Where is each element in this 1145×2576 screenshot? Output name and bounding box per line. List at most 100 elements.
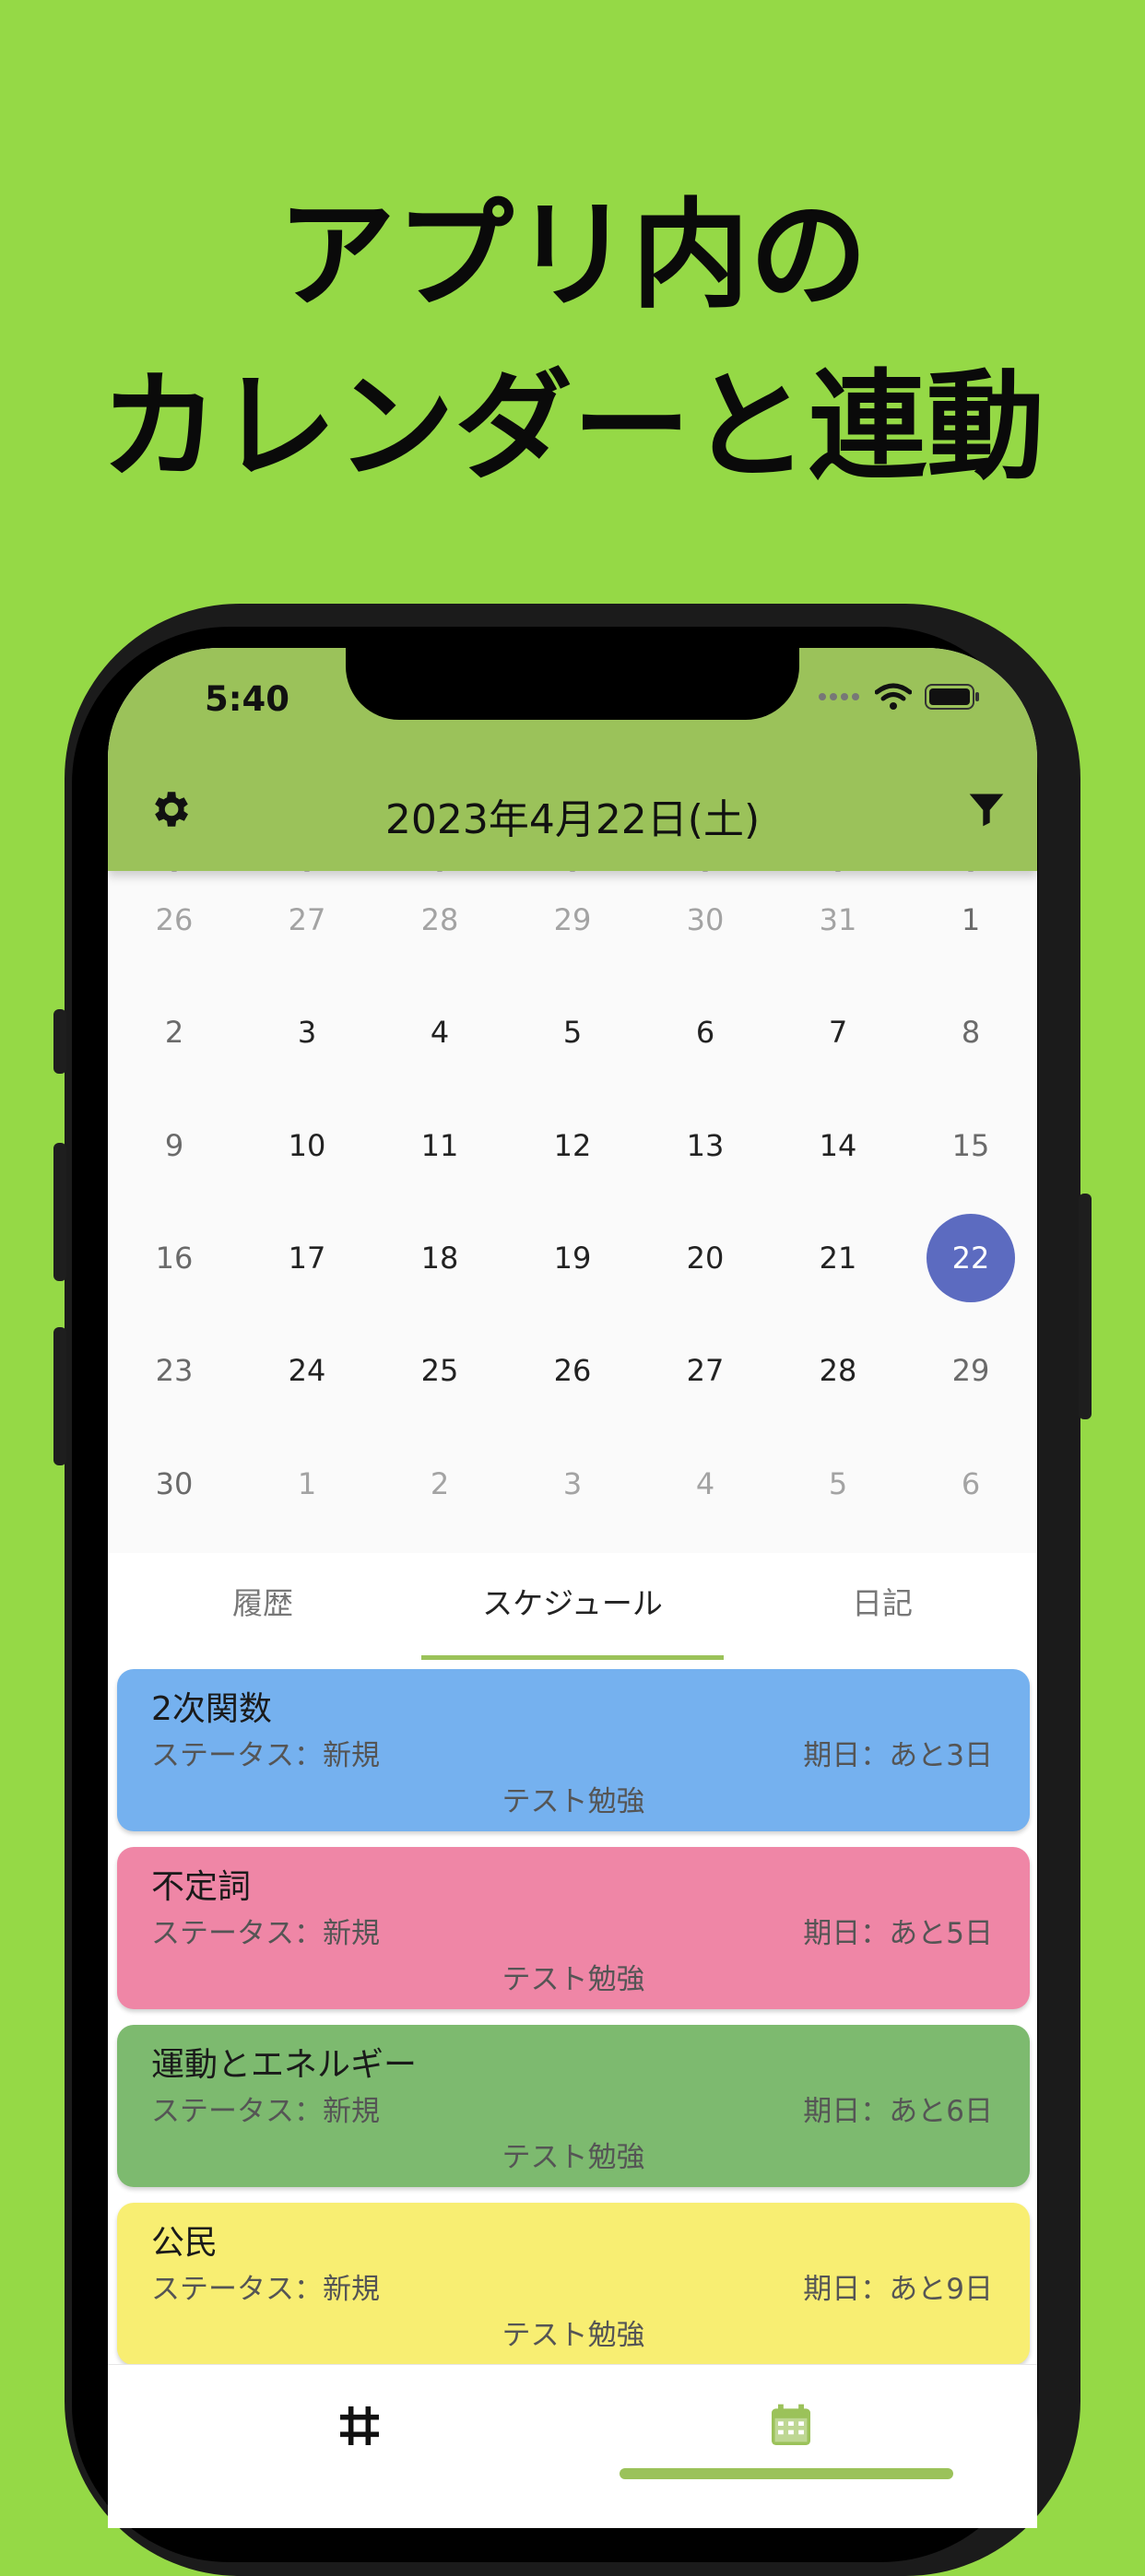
calendar-day-label: 27 (686, 1353, 725, 1388)
hash-icon[interactable] (334, 2400, 385, 2452)
calendar-day-label: 29 (951, 1353, 990, 1388)
calendar-day[interactable]: 5 (506, 991, 639, 1074)
calendar-day-label: 1 (961, 902, 981, 937)
calendar-day[interactable]: 15 (904, 1104, 1037, 1187)
calendar-day-label: 24 (288, 1353, 326, 1388)
calendar-day-label: 8 (961, 1015, 981, 1050)
schedule-card[interactable]: 不定詞 ステータス：新規 期日：あと5日 テスト勉強 (117, 1847, 1030, 2009)
schedule-name: 公民 (151, 2224, 218, 2262)
calendar-day[interactable]: 14 (772, 1104, 904, 1187)
calendar-day[interactable]: 25 (373, 1329, 506, 1412)
calendar-day[interactable]: 20 (639, 1217, 772, 1300)
calendar-day[interactable]: 26 (506, 1329, 639, 1412)
schedule-name: 運動とエネルギー (151, 2046, 418, 2084)
calendar-week-row: 16 17 18 19 20 21 22 (108, 1214, 1037, 1302)
schedule-card[interactable]: 2次関数 ステータス：新規 期日：あと3日 テスト勉強 (117, 1669, 1030, 1831)
calendar-day[interactable]: 2 (108, 991, 241, 1074)
bottom-navigation (108, 2364, 1037, 2528)
calendar-icon[interactable] (765, 2400, 817, 2452)
calendar-day[interactable]: 4 (373, 991, 506, 1074)
home-indicator (620, 2468, 953, 2479)
calendar-day[interactable]: 11 (373, 1104, 506, 1187)
calendar-day-label: 6 (961, 1466, 981, 1501)
schedule-category: テスト勉強 (502, 1963, 645, 1996)
schedule-status: ステータス：新規 (151, 2273, 380, 2306)
calendar-day-label: 4 (695, 1466, 715, 1501)
calendar-day-label: 23 (155, 1353, 194, 1388)
calendar-day[interactable]: 1 (241, 1442, 373, 1525)
calendar-day[interactable]: 18 (373, 1217, 506, 1300)
calendar-day[interactable]: 28 (373, 878, 506, 961)
calendar-day[interactable]: 12 (506, 1104, 639, 1187)
schedule-card[interactable]: 公民ステータス：新規 期日：あと9日テスト勉強 (117, 2203, 1030, 2364)
calendar-day-label: 28 (819, 1353, 857, 1388)
calendar-day-label: 5 (562, 1015, 583, 1050)
calendar-day[interactable]: 30 (639, 878, 772, 961)
calendar-day[interactable]: 29 (506, 878, 639, 961)
calendar-day[interactable]: 10 (241, 1104, 373, 1187)
calendar-day[interactable]: 7 (772, 991, 904, 1074)
tab-diary[interactable]: 日記 (727, 1553, 1037, 1664)
schedule-list: 2次関数 ステータス：新規 期日：あと3日 テスト勉強 不定詞 ステータス：新規 期日：あと… (108, 1664, 1037, 2364)
schedule-due: 期日：あと3日 (803, 1739, 993, 1772)
calendar-day[interactable]: 30 (108, 1442, 241, 1525)
calendar-day[interactable]: 21 (772, 1217, 904, 1300)
calendar-day-label: 25 (420, 1353, 459, 1388)
power-button (1079, 1194, 1092, 1419)
calendar-day[interactable]: 27 (639, 1329, 772, 1412)
calendar-day-label: 15 (951, 1128, 990, 1163)
calendar-week-row: 23 24 25 26 27 28 29 (108, 1329, 1037, 1412)
calendar-day-label: 7 (828, 1015, 848, 1050)
tab-history[interactable]: 履歴 (108, 1553, 418, 1664)
calendar-day[interactable]: 9 (108, 1104, 241, 1187)
schedule-due: 期日：あと5日 (803, 1917, 993, 1950)
calendar-day-label: 16 (155, 1241, 194, 1276)
calendar-day[interactable]: 27 (241, 878, 373, 961)
calendar-day[interactable]: 1 (904, 878, 1037, 961)
schedule-card[interactable]: 運動とエネルギー ステータス：新規 期日：あと6日 テスト勉強 (117, 2025, 1030, 2187)
calendar-day[interactable]: 28 (772, 1329, 904, 1412)
calendar-day[interactable]: 26 (108, 878, 241, 961)
calendar-day[interactable]: 3 (241, 991, 373, 1074)
mute-switch (53, 1009, 66, 1074)
calendar-day[interactable]: 29 (904, 1329, 1037, 1412)
calendar-day[interactable]: 24 (241, 1329, 373, 1412)
calendar-day-label: 11 (420, 1128, 459, 1163)
calendar-day[interactable]: 17 (241, 1217, 373, 1300)
calendar-day[interactable]: 13 (639, 1104, 772, 1187)
promo-headline: アプリ内の カレンダーと連動 (0, 171, 1145, 513)
volume-down-button (53, 1327, 66, 1465)
calendar-day[interactable]: 31 (772, 878, 904, 961)
calendar-day[interactable]: 6 (904, 1442, 1037, 1525)
calendar-day-label: 30 (686, 902, 725, 937)
notch (346, 648, 799, 720)
calendar-day[interactable]: 6 (639, 991, 772, 1074)
calendar-day[interactable]: 23 (108, 1329, 241, 1412)
calendar-day-label: 2 (430, 1466, 450, 1501)
app-screen: 5:40 2023年4月22日(土) 26 27 28 29 30 31 1 2… (108, 648, 1037, 2528)
calendar-week-row: 30 1 2 3 4 5 6 (108, 1442, 1037, 1525)
calendar-day-label: 26 (553, 1353, 592, 1388)
calendar-day-selected[interactable]: 22 (904, 1214, 1037, 1302)
calendar-day-label: 30 (155, 1466, 194, 1501)
schedule-name: 2次関数 (151, 1690, 272, 1728)
schedule-due: 期日：あと9日 (803, 2273, 993, 2306)
schedule-category: テスト勉強 (502, 2319, 645, 2352)
filter-icon[interactable] (965, 789, 1008, 829)
calendar-day[interactable]: 2 (373, 1442, 506, 1525)
calendar-day[interactable]: 19 (506, 1217, 639, 1300)
calendar-week-row: 26 27 28 29 30 31 1 (108, 878, 1037, 961)
battery-icon (925, 684, 979, 710)
calendar-day[interactable]: 16 (108, 1217, 241, 1300)
calendar-day[interactable]: 8 (904, 991, 1037, 1074)
signal-dots-icon (819, 693, 859, 700)
calendar-day[interactable]: 3 (506, 1442, 639, 1525)
calendar-day-label: 31 (819, 902, 857, 937)
calendar-day-label: 3 (297, 1015, 317, 1050)
tab-schedule[interactable]: スケジュール (418, 1553, 727, 1664)
calendar-day[interactable]: 4 (639, 1442, 772, 1525)
calendar-day-label: 6 (695, 1015, 715, 1050)
wifi-icon (875, 683, 912, 710)
calendar-day-label: 29 (553, 902, 592, 937)
calendar-day[interactable]: 5 (772, 1442, 904, 1525)
